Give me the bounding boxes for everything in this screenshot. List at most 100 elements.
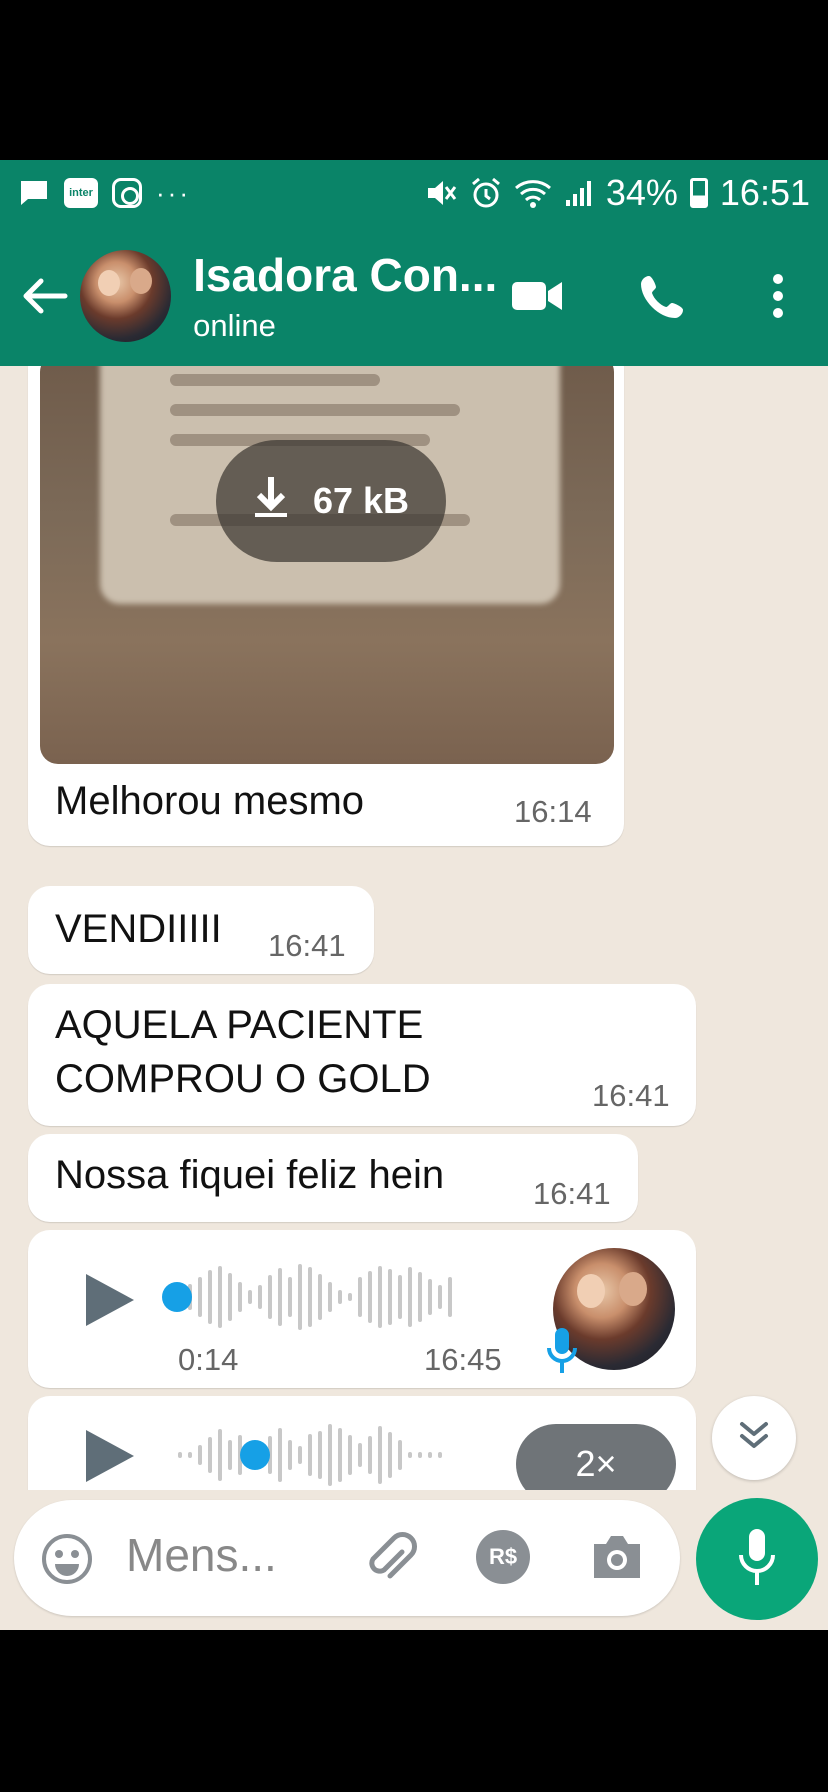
voice-record-button[interactable] [696,1498,818,1620]
waveform-bar [238,1282,242,1312]
attach-icon[interactable] [362,1530,420,1593]
waveform-bar [308,1267,312,1327]
waveform-bar [188,1452,192,1458]
image-message[interactable]: 67 kB Melhorou mesmo 16:14 [28,366,624,846]
waveform-bar [318,1431,322,1479]
waveform-bar [208,1270,212,1324]
waveform-bar [378,1266,382,1328]
waveform-bar [358,1277,362,1317]
text-message[interactable]: VENDIIIII 16:41 [28,886,374,974]
waveform-bar [398,1275,402,1319]
image-text-line [170,404,460,416]
contact-avatar[interactable] [79,250,172,342]
wifi-icon [514,178,552,208]
emoji-icon[interactable] [40,1532,94,1591]
message-text: Nossa fiquei feliz hein [55,1153,445,1197]
waveform-bar [448,1277,452,1317]
more-options-icon[interactable] [748,256,808,336]
waveform-bar [208,1437,212,1473]
play-icon[interactable] [86,1430,134,1482]
text-message[interactable]: AQUELA PACIENTE COMPROU O GOLD 16:41 [28,984,696,1126]
back-arrow-icon[interactable] [10,261,80,331]
blurred-image-preview[interactable]: 67 kB [40,366,614,764]
waveform-bar [388,1432,392,1478]
clock: 16:51 [719,172,810,213]
waveform-bar [278,1268,282,1326]
waveform-bar [258,1285,262,1309]
camera-icon[interactable] [590,1532,644,1587]
message-time: 16:41 [268,928,346,963]
instagram-icon [112,178,142,208]
top-black-bar [0,0,828,160]
download-button[interactable]: 67 kB [216,440,446,562]
waveform-bar [298,1264,302,1330]
waveform-bar [218,1266,222,1328]
mute-icon [424,177,458,209]
waveform-bar [328,1424,332,1486]
message-time: 16:45 [424,1342,502,1377]
waveform-bar [428,1452,432,1458]
waveform-bar [308,1434,312,1476]
status-bar: inter ··· 34% 16:51 [0,160,828,226]
video-call-icon[interactable] [497,256,577,336]
waveform-bar [198,1277,202,1317]
waveform-bar [228,1440,232,1470]
waveform-bar [418,1452,422,1458]
waveform-bar [348,1435,352,1475]
chevron-double-down-icon [736,1418,772,1459]
waveform-bar [178,1452,182,1458]
waveform-bar [388,1269,392,1325]
waveform-bar [218,1429,222,1481]
audio-duration: 0:14 [178,1342,239,1377]
inter-app-icon: inter [64,178,98,208]
waveform-bar [438,1452,442,1458]
more-notifications-icon: ··· [156,177,191,208]
waveform-bar [248,1290,252,1304]
audio-progress-handle[interactable] [162,1282,192,1312]
message-text: VENDIIIII [55,907,222,951]
audio-progress-handle[interactable] [240,1440,270,1470]
audio-waveform[interactable] [178,1418,442,1492]
message-time: 16:14 [514,794,592,829]
message-input[interactable]: Mens... [126,1528,277,1582]
bottom-black-bar [0,1630,828,1792]
message-icon [18,178,50,208]
waveform-bar [408,1267,412,1327]
waveform-bar [338,1290,342,1304]
download-icon [253,475,289,528]
payment-icon[interactable]: R$ [476,1530,530,1584]
mic-small-icon [546,1326,578,1381]
phone-icon[interactable] [623,256,703,336]
chat-header: Isadora Con... online [0,226,828,366]
waveform-bar [288,1440,292,1470]
waveform-bar [368,1271,372,1323]
download-size: 67 kB [312,480,410,521]
message-composer[interactable]: Mens... R$ [14,1500,680,1616]
waveform-bar [348,1293,352,1301]
waveform-bar [408,1452,412,1458]
audio-waveform[interactable] [178,1260,452,1334]
chat-area[interactable]: 67 kB Melhorou mesmo 16:14 VENDIIIII 16:… [0,366,828,1630]
waveform-bar [398,1440,402,1470]
audio-message[interactable]: 0:14 16:45 [28,1230,696,1388]
waveform-bar [298,1446,302,1464]
waveform-bar [198,1445,202,1465]
waveform-bar [228,1273,232,1321]
message-time: 16:41 [592,1078,670,1113]
waveform-bar [338,1428,342,1482]
contact-info[interactable]: Isadora Con... online [193,248,497,344]
battery-icon [689,178,708,208]
contact-name: Isadora Con... [193,249,498,301]
scroll-to-bottom-button[interactable] [712,1396,796,1480]
waveform-bar [278,1428,282,1482]
play-icon[interactable] [86,1274,134,1326]
text-message[interactable]: Nossa fiquei feliz hein 16:41 [28,1134,638,1222]
waveform-bar [288,1277,292,1317]
message-text-line: COMPROU O GOLD [55,1057,431,1101]
waveform-bar [268,1275,272,1319]
waveform-bar [318,1274,322,1320]
waveform-bar [378,1426,382,1484]
waveform-bar [438,1285,442,1309]
waveform-bar [328,1282,332,1312]
mic-icon [737,1527,777,1592]
